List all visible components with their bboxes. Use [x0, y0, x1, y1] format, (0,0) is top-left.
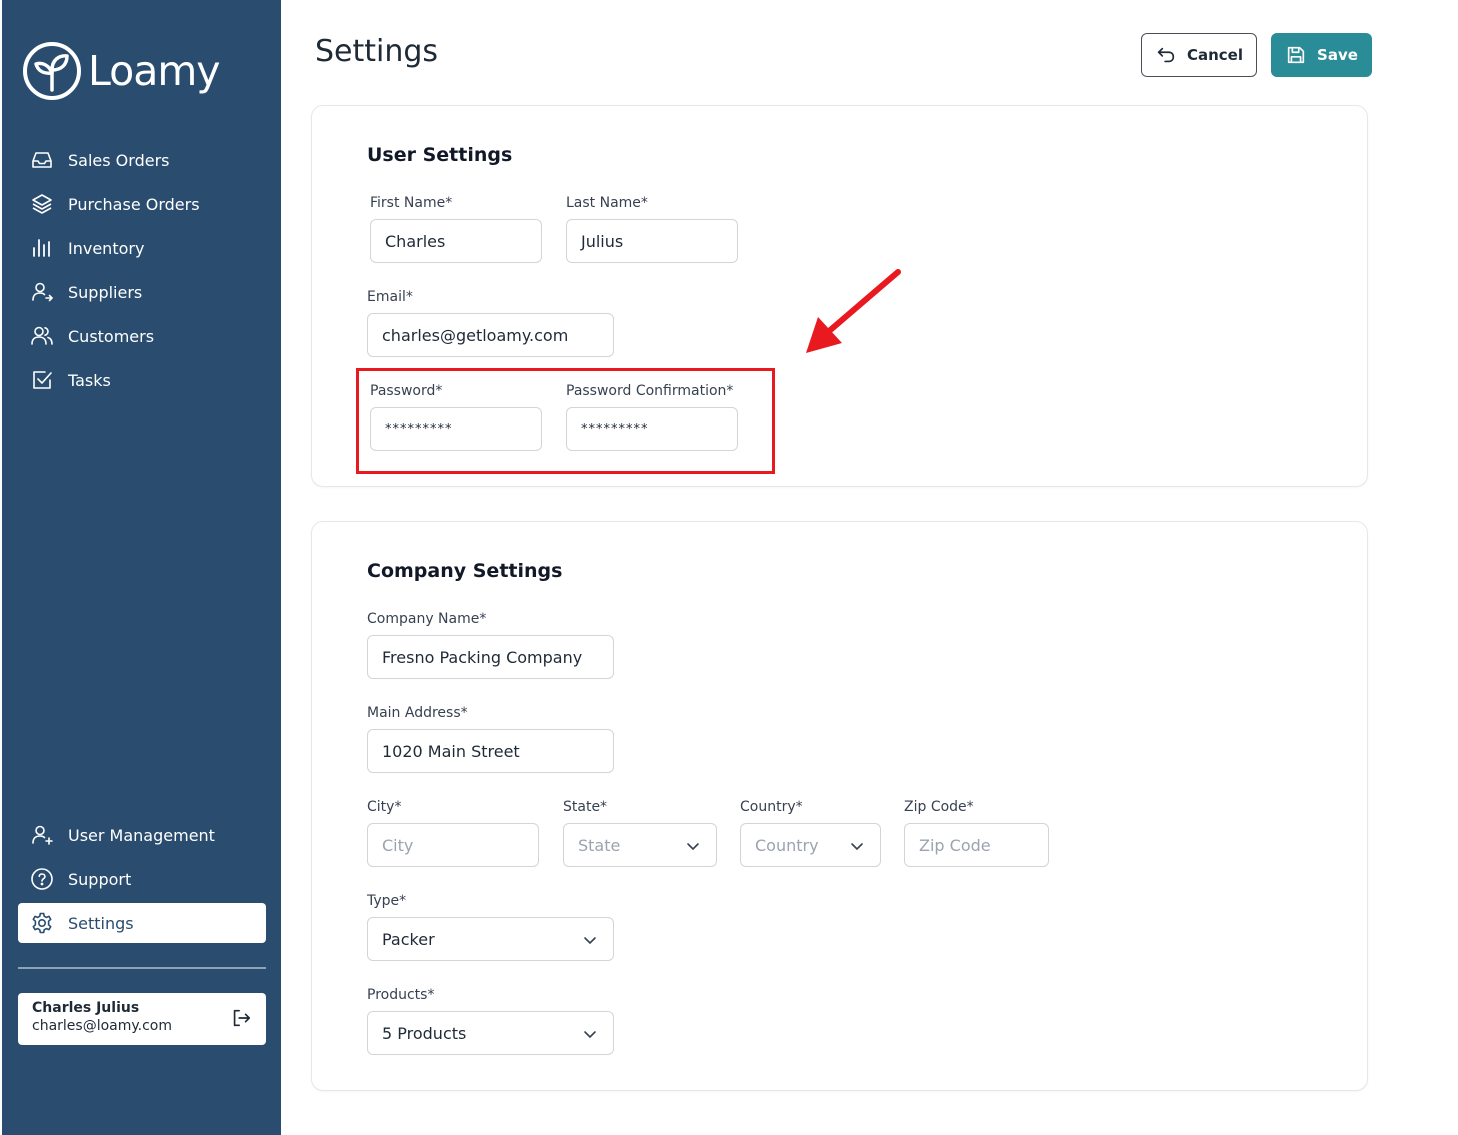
state-select[interactable]: State	[563, 823, 717, 867]
sidebar-item-label: Inventory	[68, 238, 145, 258]
user-arrow-icon	[32, 282, 54, 302]
sidebar-item-suppliers[interactable]: Suppliers	[18, 272, 266, 312]
user-settings-title: User Settings	[367, 144, 513, 166]
brand-name: Loamy	[88, 47, 221, 95]
sidebar-item-label: Tasks	[68, 370, 111, 390]
type-label: Type*	[367, 893, 407, 909]
brand-logo[interactable]: Loamy	[22, 40, 221, 102]
zip-code-input[interactable]: Zip Code	[904, 823, 1049, 867]
last-name-input[interactable]: Julius	[566, 219, 738, 263]
annotation-arrow-icon	[806, 269, 901, 353]
leaf-logo-icon	[23, 42, 81, 100]
sidebar-item-label: Purchase Orders	[68, 194, 200, 214]
cancel-button[interactable]: Cancel	[1141, 33, 1257, 77]
sidebar-item-label: Settings	[68, 913, 134, 933]
sidebar-item-user-management[interactable]: User Management	[18, 815, 266, 855]
first-name-input[interactable]: Charles	[370, 219, 542, 263]
sidebar-item-customers[interactable]: Customers	[18, 316, 266, 356]
sidebar-item-label: Sales Orders	[68, 150, 170, 170]
main-address-label: Main Address*	[367, 705, 468, 721]
company-settings-title: Company Settings	[367, 560, 563, 582]
sidebar: Loamy Sales Orders Purchase Orders Inven…	[2, 0, 281, 1135]
save-button[interactable]: Save	[1271, 33, 1372, 77]
gear-icon	[32, 912, 52, 934]
country-select-value: Country	[755, 835, 819, 855]
undo-icon	[1157, 47, 1175, 63]
country-select[interactable]: Country	[740, 823, 881, 867]
city-input[interactable]: City	[367, 823, 539, 867]
sidebar-item-support[interactable]: Support	[18, 859, 266, 899]
state-label: State*	[563, 799, 608, 815]
floppy-disk-icon	[1287, 46, 1305, 64]
annotation-highlight-box	[356, 368, 775, 474]
sidebar-divider	[18, 967, 266, 969]
sidebar-item-purchase-orders[interactable]: Purchase Orders	[18, 184, 266, 224]
sidebar-item-label: Suppliers	[68, 282, 143, 302]
city-label: City*	[367, 799, 402, 815]
inbox-icon	[32, 152, 52, 168]
sidebar-item-label: Support	[68, 869, 132, 889]
zip-code-label: Zip Code*	[904, 799, 974, 815]
company-settings-card: Company Settings Company Name* Fresno Pa…	[311, 521, 1368, 1091]
users-icon	[31, 326, 53, 345]
logout-icon[interactable]	[230, 1007, 252, 1029]
products-select[interactable]: 5 Products	[367, 1011, 614, 1055]
bar-chart-icon	[33, 239, 50, 257]
type-select-value: Packer	[382, 929, 435, 949]
sidebar-item-label: Customers	[68, 326, 155, 346]
user-profile-card: Charles Julius charles@loamy.com	[18, 993, 266, 1045]
products-label: Products*	[367, 987, 435, 1003]
type-select[interactable]: Packer	[367, 917, 614, 961]
sidebar-item-label: User Management	[68, 825, 215, 845]
layers-icon	[32, 194, 52, 214]
user-name: Charles Julius	[32, 1000, 140, 1016]
chevron-down-icon	[851, 843, 863, 851]
company-name-input[interactable]: Fresno Packing Company	[367, 635, 614, 679]
cancel-button-label: Cancel	[1186, 46, 1243, 64]
company-name-label: Company Name*	[367, 611, 487, 627]
page-title: Settings	[315, 34, 439, 69]
sidebar-item-inventory[interactable]: Inventory	[18, 228, 266, 268]
user-plus-icon	[32, 825, 53, 845]
products-select-value: 5 Products	[382, 1023, 467, 1043]
country-label: Country*	[740, 799, 803, 815]
chevron-down-icon	[584, 937, 596, 945]
save-button-label: Save	[1317, 46, 1358, 64]
sidebar-item-tasks[interactable]: Tasks	[18, 360, 266, 400]
help-circle-icon	[31, 868, 53, 890]
chevron-down-icon	[687, 843, 699, 851]
email-input[interactable]: charles@getloamy.com	[367, 313, 614, 357]
main-nav: Sales Orders Purchase Orders Inventory S…	[18, 140, 266, 404]
first-name-label: First Name*	[370, 195, 453, 211]
checkbox-icon	[33, 371, 52, 389]
sidebar-item-settings[interactable]: Settings	[18, 903, 266, 943]
email-label: Email*	[367, 289, 413, 305]
user-email: charles@loamy.com	[32, 1018, 173, 1034]
last-name-label: Last Name*	[566, 195, 648, 211]
chevron-down-icon	[584, 1031, 596, 1039]
state-select-value: State	[578, 835, 621, 855]
sidebar-item-sales-orders[interactable]: Sales Orders	[18, 140, 266, 180]
main-address-input[interactable]: 1020 Main Street	[367, 729, 614, 773]
secondary-nav: User Management Support Settings	[18, 815, 266, 947]
